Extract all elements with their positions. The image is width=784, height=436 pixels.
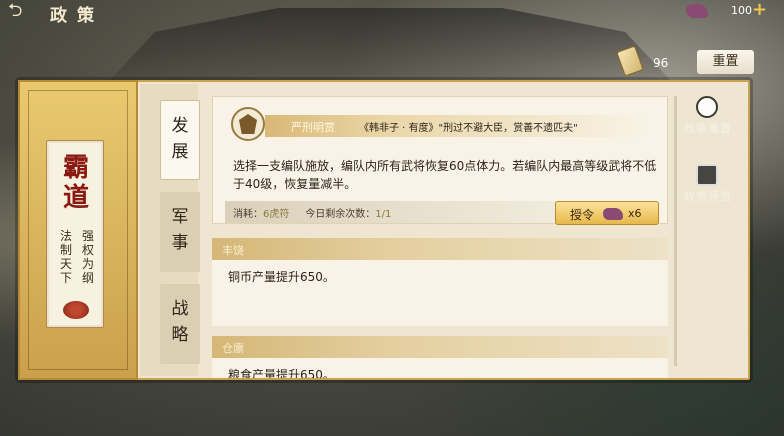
- seal-icon: [63, 301, 89, 319]
- section-text: 铜币产量提升650。: [228, 270, 335, 284]
- policy-item-icon: [231, 107, 265, 141]
- back-arrow-icon: ⮌: [8, 0, 23, 21]
- policy-card: 霸道 强权为纲 法制天下: [46, 140, 104, 328]
- back-button[interactable]: ⮌: [8, 1, 48, 21]
- token-count: 96: [653, 56, 669, 70]
- jade-resource-icon: [603, 208, 623, 220]
- tab-label: 军事: [171, 207, 189, 253]
- policy-item-title: 严刑明赏: [291, 121, 335, 134]
- tab-military[interactable]: 军事: [160, 192, 200, 272]
- policy-list[interactable]: 严刑明赏 《韩非子 · 有度》"刑过不避大臣，赏善不遗匹夫" 选择一支编队施放，…: [208, 90, 672, 378]
- jade-resource-icon: [686, 4, 708, 18]
- section-header-abundance: 丰饶: [212, 238, 668, 260]
- tab-development[interactable]: 发展: [160, 100, 200, 180]
- policy-item-cost: 消耗：6虎符 今日剩余次数：1/1: [233, 209, 392, 220]
- policy-motto-right: 强权为纲: [81, 229, 94, 285]
- top-bar: ⮌ 政策 100 +: [0, 0, 784, 26]
- tab-label: 战略: [171, 299, 189, 345]
- policy-item-card: 严刑明赏 《韩非子 · 有度》"刑过不避大臣，赏善不遗匹夫" 选择一支编队施放，…: [212, 96, 669, 225]
- award-order-label: 授令: [570, 208, 595, 222]
- policy-name: 霸道: [62, 153, 89, 213]
- tab-label: 发展: [171, 116, 189, 162]
- policy-item-description: 选择一支编队施放，编队内所有武将恢复60点体力。若编队内最高等级武将不低于40级…: [233, 159, 657, 191]
- add-resource-button[interactable]: +: [752, 0, 767, 20]
- section-body-granary: 粮食产量提升650。: [212, 358, 668, 378]
- award-order-count: x6: [628, 207, 642, 220]
- cost-value: 6虎符: [263, 209, 290, 220]
- policy-preview-side-button[interactable]: 政策预览: [676, 164, 740, 212]
- reset-button[interactable]: 重置: [697, 50, 754, 74]
- book-icon: [696, 164, 718, 186]
- policy-reset-side-button[interactable]: 政策重置: [676, 96, 740, 144]
- policy-motto-left: 法制天下: [59, 229, 72, 285]
- section-header-granary: 仓廪: [212, 336, 668, 358]
- section-text: 粮食产量提升650。: [228, 368, 335, 378]
- page-title: 政策: [50, 6, 104, 26]
- remaining-value: 1/1: [375, 209, 392, 220]
- resource-value: 100: [731, 4, 752, 17]
- section-body-abundance: 铜币产量提升650。: [212, 260, 668, 326]
- tab-strategy[interactable]: 战略: [160, 284, 200, 364]
- award-order-button[interactable]: 授令 x6: [555, 201, 659, 225]
- refresh-icon: [696, 96, 718, 118]
- policy-item-quote: 《韩非子 · 有度》"刑过不避大臣，赏善不遗匹夫": [359, 123, 578, 134]
